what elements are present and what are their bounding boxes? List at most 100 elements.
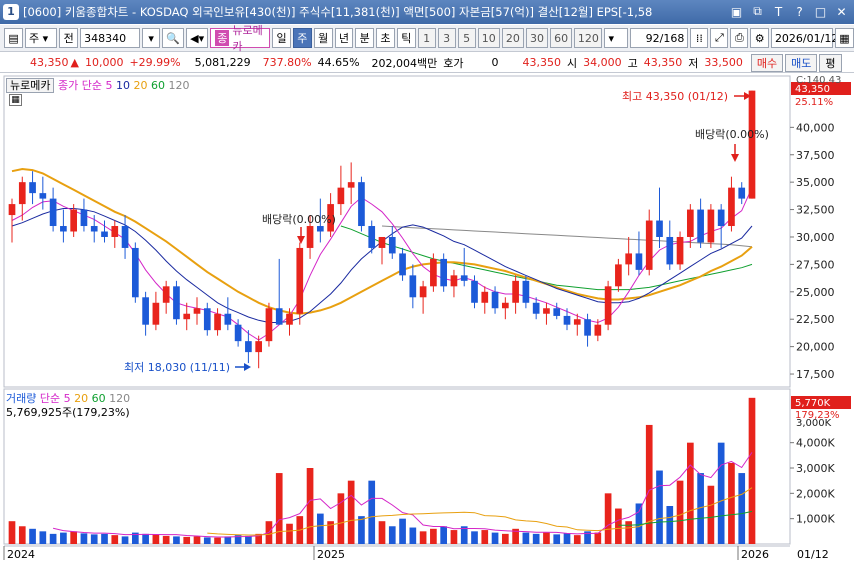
num-button-1[interactable]: 1 — [417, 28, 436, 48]
num-button-60[interactable]: 60 — [550, 28, 573, 48]
price-y-tick-label: 27,500 — [796, 258, 835, 271]
high-label: 고 — [627, 56, 638, 70]
calendar-icon[interactable]: ▦ — [834, 28, 854, 48]
candle-body — [676, 236, 684, 265]
volume-bar — [203, 537, 211, 544]
interval-week[interactable]: 주 — [292, 28, 312, 48]
crosshair-icon[interactable]: ⤢ — [710, 28, 729, 48]
help-icon[interactable]: ? — [791, 3, 808, 20]
close-icon[interactable]: ✕ — [833, 3, 850, 20]
interval-second[interactable]: 초 — [376, 28, 395, 48]
candle-body — [347, 182, 355, 188]
period-select[interactable]: 주 ▾ — [25, 28, 58, 48]
candle-body — [275, 308, 283, 325]
volume-last-tag: 5,770K — [795, 398, 831, 409]
x-cursor-date: 01/12 — [797, 548, 829, 561]
gear-icon[interactable]: ⚙ — [750, 28, 769, 48]
stock-code-value: 348340 — [84, 31, 127, 45]
volume-bar — [501, 533, 509, 544]
volume-bar — [39, 531, 47, 544]
num-button-20[interactable]: 20 — [501, 28, 524, 48]
candle-body — [183, 313, 191, 320]
volume-bar — [152, 534, 160, 544]
candle-body — [471, 280, 478, 303]
candle-body — [450, 275, 458, 287]
candle-body — [697, 209, 704, 243]
eval-button[interactable]: 평 — [819, 53, 842, 72]
num-button-3[interactable]: 3 — [437, 28, 456, 48]
candle-body — [656, 220, 663, 237]
price-legend: 뉴로메카 종가 단순 5 10 20 60 120 — [6, 77, 189, 93]
volume-bar — [193, 536, 201, 544]
volume-bar — [717, 442, 725, 544]
custom-interval-select[interactable]: ▾ — [604, 28, 629, 48]
chart-menu-icon[interactable]: ▤ — [4, 28, 24, 48]
code-dropdown-icon[interactable]: ▾ — [142, 28, 161, 48]
table-icon[interactable]: ▦ — [9, 94, 22, 106]
price-y-tick-label: 37,500 — [796, 149, 835, 162]
low-label: 저 — [688, 56, 699, 70]
count-input[interactable]: 92 /168 — [630, 28, 689, 48]
buy-button[interactable]: 매수 — [750, 53, 784, 72]
print-icon[interactable]: ⎙ — [730, 28, 749, 48]
sound-icon[interactable]: ◀▾ — [186, 28, 209, 48]
price-y-tick-label: 25,000 — [796, 286, 835, 299]
stock-name-label[interactable]: 뉴로메카 — [6, 78, 55, 93]
num-button-10[interactable]: 10 — [477, 28, 500, 48]
volume-bar — [80, 533, 88, 544]
volume-bar — [553, 534, 561, 544]
text-icon[interactable]: T — [770, 3, 787, 20]
chart-area[interactable]: 40,000 37,500 35,000 32,500 30,000 27,500 25,0… — [0, 74, 854, 563]
candle-body — [29, 182, 36, 194]
interval-month[interactable]: 월 — [313, 28, 333, 48]
price-y-tick-label: 40,000 — [796, 121, 835, 134]
stock-name: 뉴로메카 — [232, 24, 263, 53]
candle-body — [748, 90, 756, 199]
num-button-30[interactable]: 30 — [525, 28, 549, 48]
ma60-label: 60 — [150, 79, 165, 92]
candle-body — [512, 280, 519, 303]
candle-body — [224, 313, 232, 325]
stock-name-box[interactable]: 종 뉴로메카 — [210, 24, 271, 53]
volume-bar — [275, 473, 283, 544]
volume-value-line: 5,769,925주(179,23%) — [6, 406, 130, 419]
candle-body — [245, 341, 252, 353]
turnover: 44.65% — [317, 56, 360, 69]
price-y-tick-label: 30,000 — [796, 231, 835, 244]
prev-button[interactable]: 전 — [59, 28, 79, 48]
date-value: 2026/01/12 — [774, 31, 839, 45]
volume-bar — [162, 535, 170, 544]
search-icon[interactable]: 🔍 — [162, 28, 185, 48]
candle-body — [173, 286, 180, 320]
volume-bar — [224, 536, 232, 544]
volume-bar — [399, 518, 406, 544]
price-y-tick-label: 32,500 — [796, 204, 835, 217]
candle-body — [686, 209, 694, 237]
price-y-tick-label: 22,500 — [796, 313, 835, 326]
window-titlebar: 1 [0600] 키움종합차트 - KOSDAQ 외국인보유[430(천)] 주… — [0, 0, 854, 24]
interval-minute[interactable]: 분 — [355, 28, 375, 48]
date-input[interactable]: 2026/01/12 — [770, 28, 838, 48]
candle-body — [543, 308, 550, 314]
volume-bar — [532, 533, 540, 544]
pin-icon[interactable]: ⧉ — [749, 3, 766, 20]
candle-body — [337, 187, 345, 205]
restore-icon[interactable]: ▣ — [728, 3, 745, 20]
candle-body — [49, 198, 57, 227]
num-button-120[interactable]: 120 — [574, 28, 603, 48]
num-button-5[interactable]: 5 — [457, 28, 476, 48]
candle-body — [90, 226, 98, 232]
interval-tick[interactable]: 틱 — [396, 28, 416, 48]
volume-bar — [368, 480, 376, 544]
interval-day[interactable]: 일 — [272, 28, 291, 48]
candle-body — [553, 308, 561, 316]
interval-year[interactable]: 년 — [334, 28, 354, 48]
stock-code-input[interactable]: 348340 — [80, 28, 141, 48]
window-icon[interactable]: □ — [812, 3, 829, 20]
ma10-label: 10 — [115, 79, 130, 92]
grid-icon[interactable]: ⁞⁞ — [690, 28, 709, 48]
volume-y-tick-label: 4,000K — [796, 437, 835, 450]
chart-svg[interactable]: 40,000 37,500 35,000 32,500 30,000 27,500 25,0… — [0, 74, 854, 563]
sell-button[interactable]: 매도 — [785, 53, 818, 72]
candle-body — [728, 187, 735, 227]
